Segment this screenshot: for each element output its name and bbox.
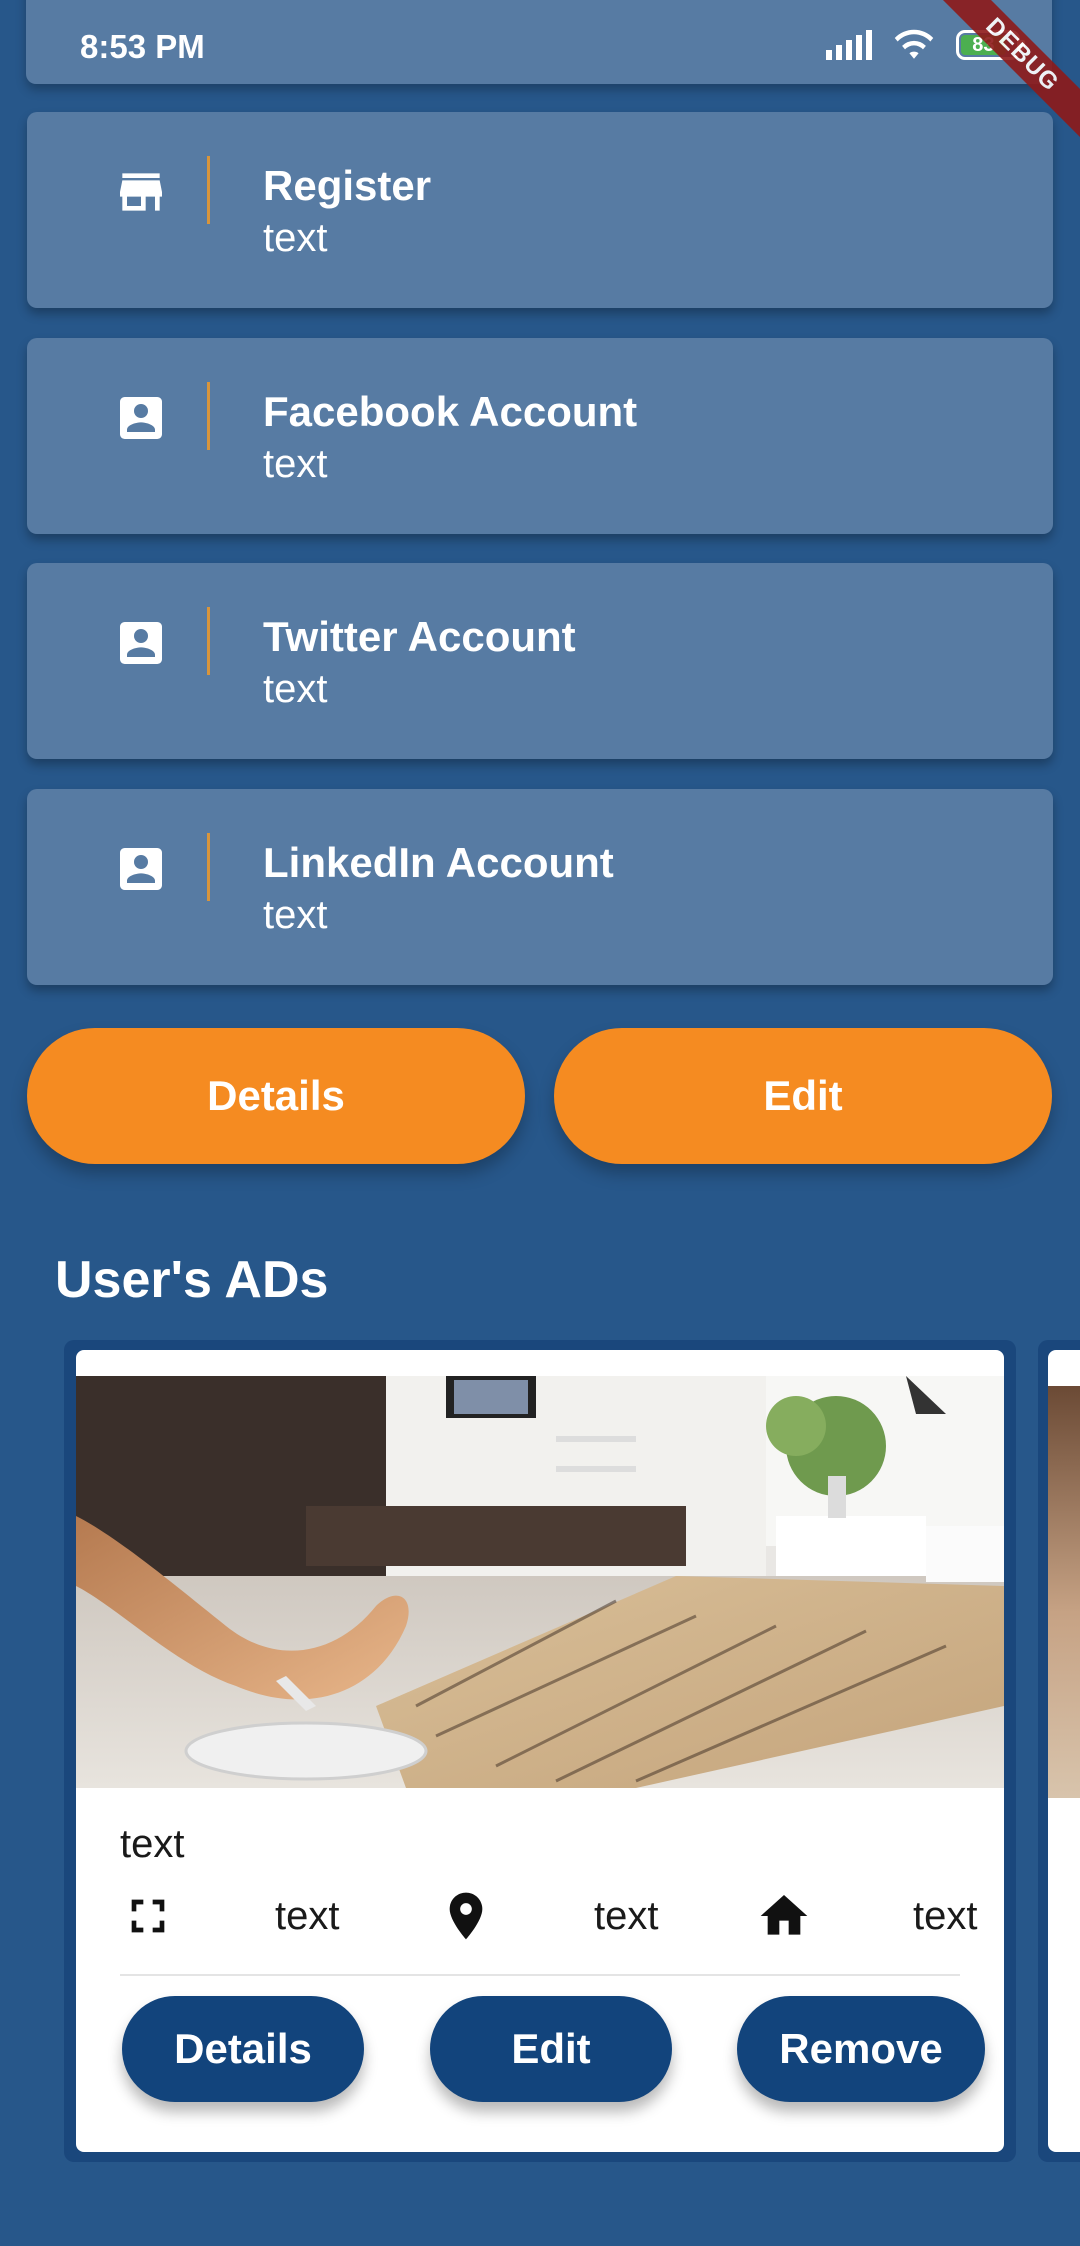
card-subtitle: text	[263, 216, 328, 260]
ad-stats: text text text	[120, 1888, 1004, 1948]
ad-separator	[120, 1974, 960, 1976]
info-card-twitter[interactable]: Twitter Account text	[27, 563, 1053, 759]
card-divider	[207, 156, 210, 224]
card-title: Facebook Account	[263, 388, 638, 435]
top-card: text	[26, 0, 1052, 84]
ad-details-button[interactable]: Details	[122, 1996, 364, 2102]
info-card-facebook[interactable]: Facebook Account text	[27, 338, 1053, 534]
ad-type-text: text	[913, 1894, 978, 1938]
card-title: Register	[263, 162, 432, 209]
ad-edit-button[interactable]: Edit	[430, 1996, 672, 2102]
card-subtitle: text	[263, 442, 328, 486]
next-ad-photo	[1048, 1386, 1080, 1798]
account-box-icon	[120, 622, 162, 664]
info-card-register[interactable]: Register text	[27, 112, 1053, 308]
card-subtitle: text	[263, 667, 328, 711]
home-icon	[760, 1895, 808, 1935]
ad-remove-button[interactable]: Remove	[737, 1996, 985, 2102]
next-ad-card[interactable]	[1038, 1340, 1080, 2162]
store-icon	[120, 173, 162, 211]
card-divider	[207, 607, 210, 675]
ad-caption: text	[120, 1822, 185, 1866]
account-box-icon	[120, 397, 162, 439]
ad-card[interactable]: text text text text Details Edit Remove	[76, 1350, 1004, 2152]
card-divider	[207, 833, 210, 901]
ads-section-title: User's ADs	[55, 1251, 329, 1309]
location-pin-icon	[449, 1892, 483, 1940]
ad-location-text: text	[594, 1894, 659, 1938]
card-subtitle: text	[263, 893, 328, 937]
next-ad-card-inner	[1048, 1350, 1080, 2152]
ad-area-text: text	[275, 1894, 340, 1938]
card-title: Twitter Account	[263, 613, 576, 660]
card-divider	[207, 382, 210, 450]
ad-photo[interactable]	[76, 1376, 1004, 1788]
info-card-linkedin[interactable]: LinkedIn Account text	[27, 789, 1053, 985]
edit-button[interactable]: Edit	[554, 1028, 1052, 1164]
account-box-icon	[120, 848, 162, 890]
card-title: LinkedIn Account	[263, 839, 614, 886]
fullscreen-icon	[131, 1899, 165, 1933]
details-button[interactable]: Details	[27, 1028, 525, 1164]
